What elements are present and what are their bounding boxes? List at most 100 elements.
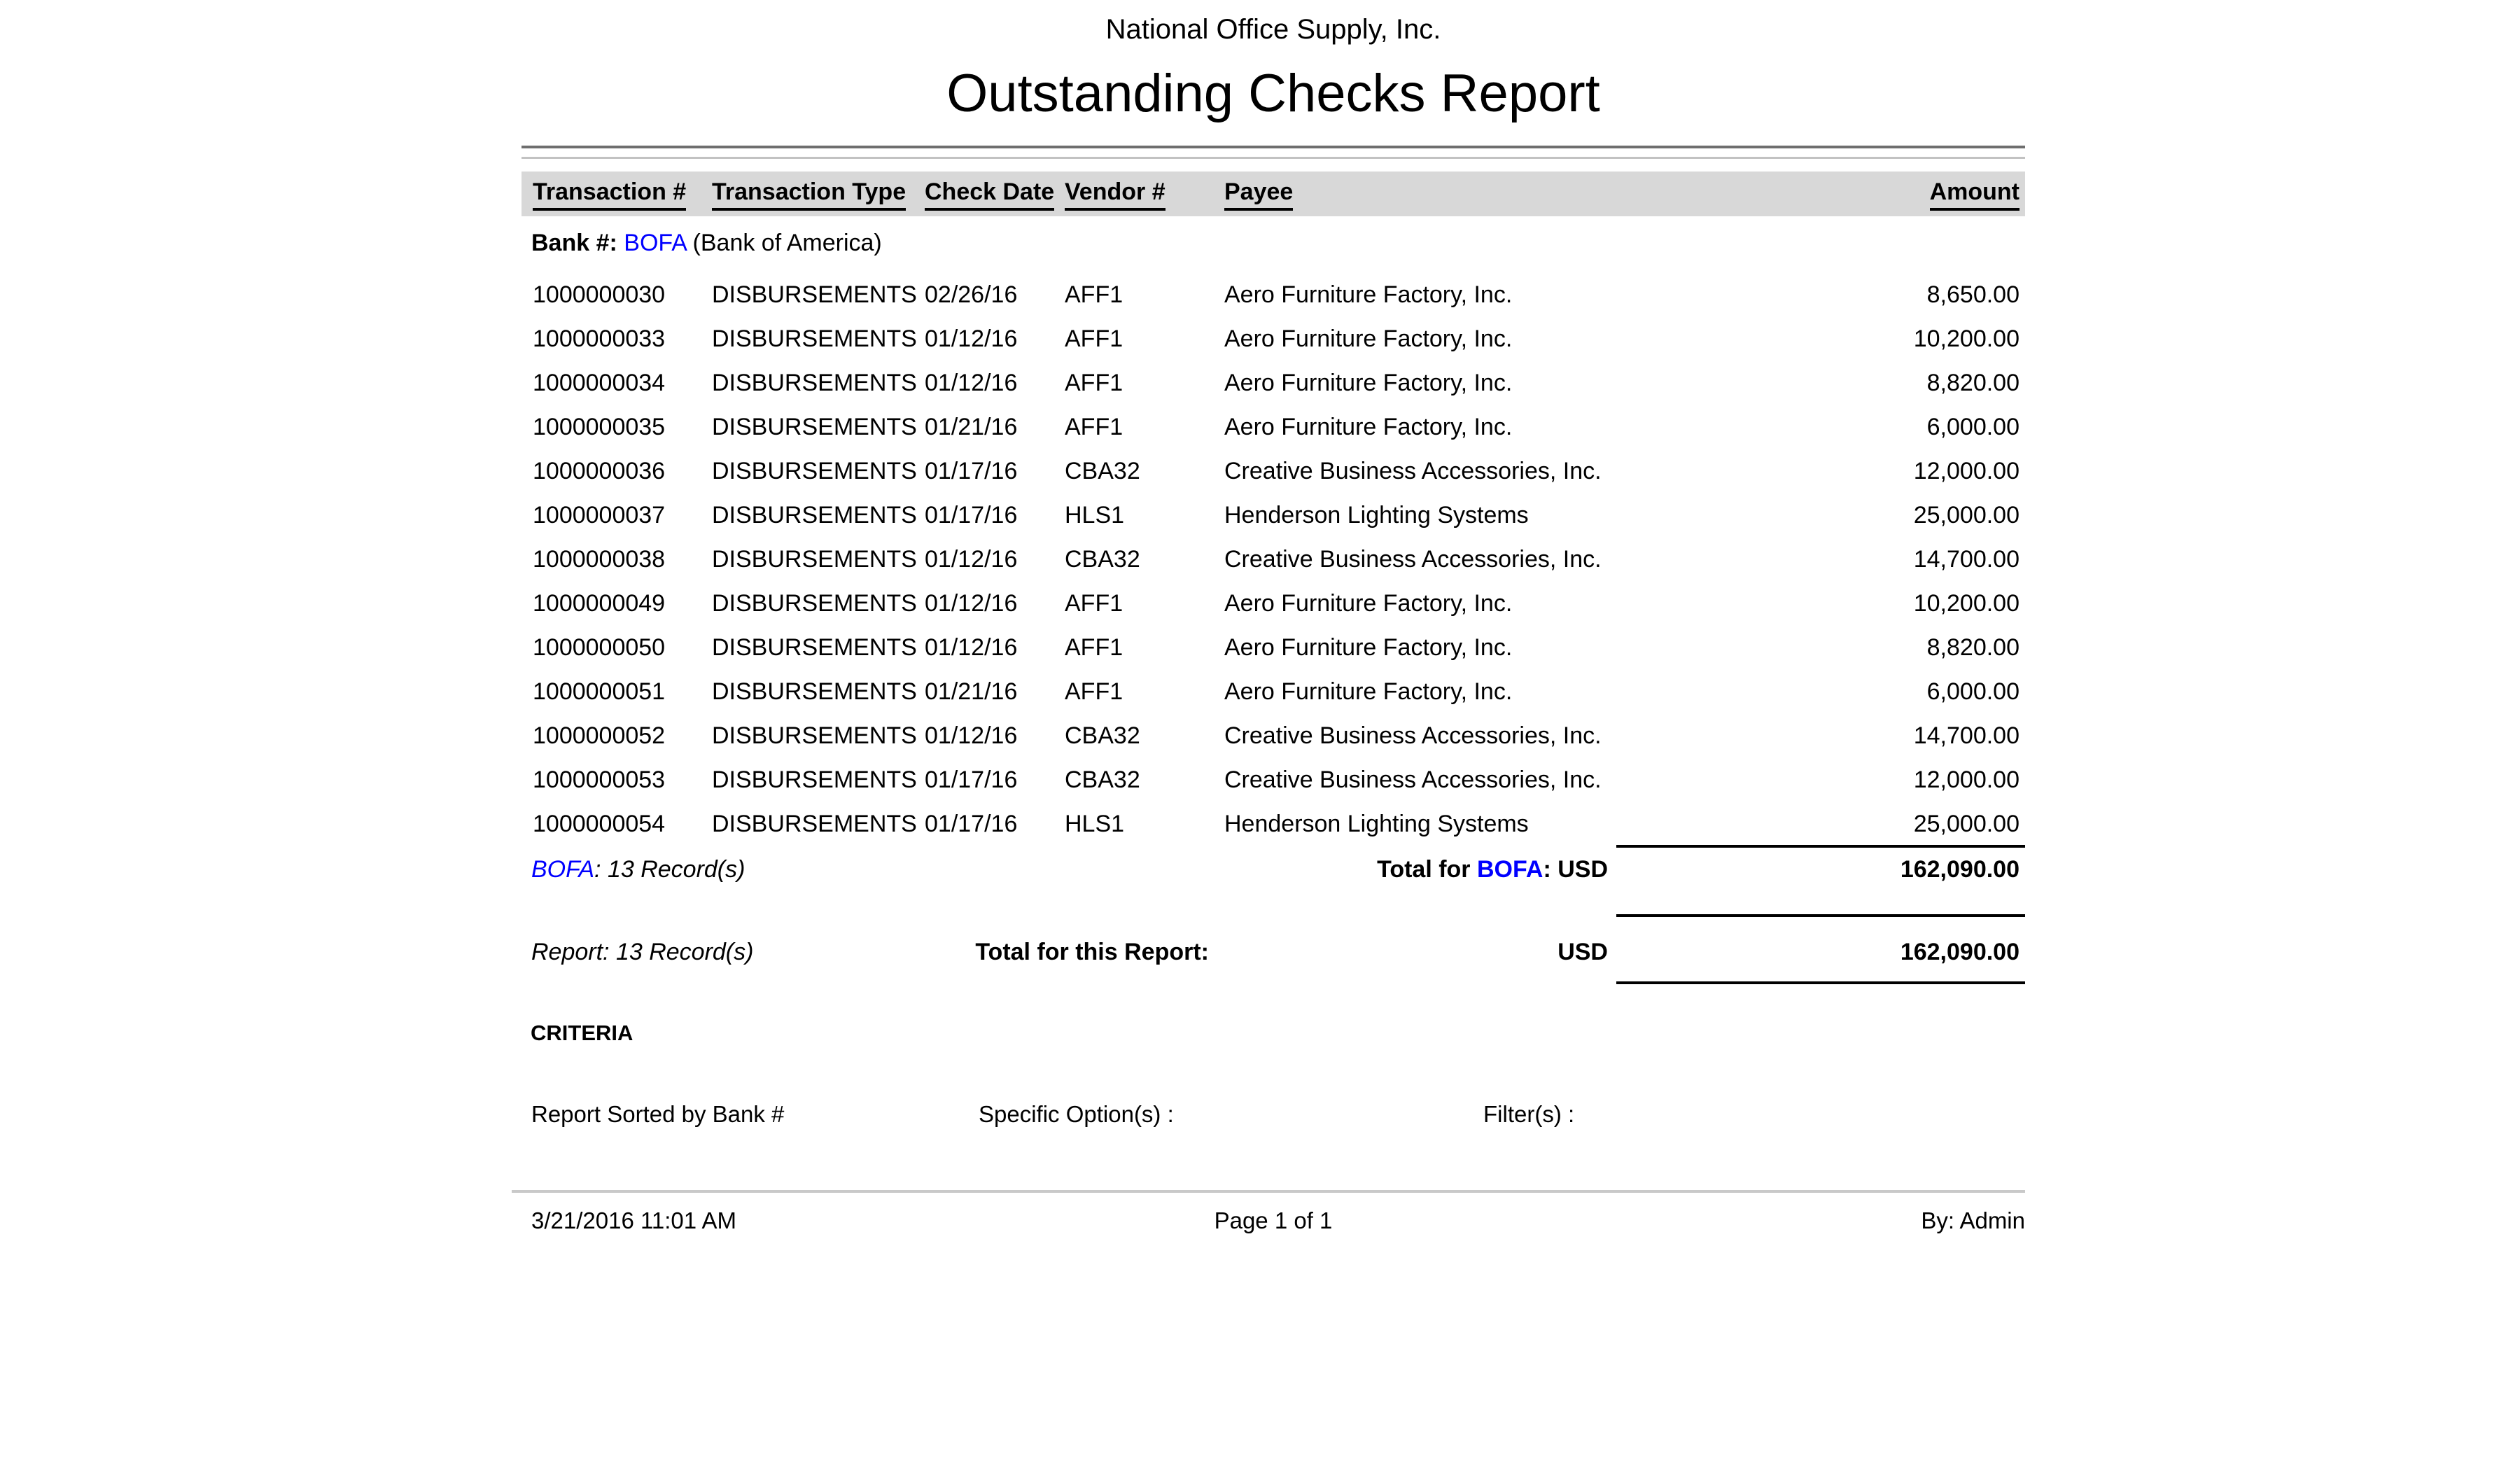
cell-transaction-number: 1000000030 (533, 273, 665, 317)
cell-vendor-number: AFF1 (1065, 582, 1123, 626)
table-row: 1000000053DISBURSEMENTS01/17/16CBA32Crea… (522, 758, 2025, 802)
cell-payee: Aero Furniture Factory, Inc. (1224, 361, 1512, 405)
column-header-payee: Payee (1224, 178, 1293, 211)
cell-payee: Henderson Lighting Systems (1224, 802, 1529, 846)
cell-vendor-number: CBA32 (1065, 538, 1140, 582)
cell-check-date: 01/12/16 (925, 714, 1017, 758)
report-page: National Office Supply, Inc. Outstanding… (522, 0, 2025, 1470)
cell-transaction-type: DISBURSEMENTS (712, 714, 917, 758)
bank-total-label-suffix: : USD (1543, 856, 1608, 883)
criteria-row: Report Sorted by Bank # Specific Option(… (522, 1100, 2025, 1128)
table-row: 1000000035DISBURSEMENTS01/21/16AFF1Aero … (522, 405, 2025, 449)
cell-amount: 12,000.00 (1914, 758, 2019, 802)
cell-transaction-type: DISBURSEMENTS (712, 361, 917, 405)
cell-amount: 14,700.00 (1914, 714, 2019, 758)
column-header-check-date: Check Date (925, 178, 1054, 211)
cell-vendor-number: AFF1 (1065, 273, 1123, 317)
bank-code-link[interactable]: BOFA (531, 856, 594, 883)
table-row: 1000000052DISBURSEMENTS01/12/16CBA32Crea… (522, 714, 2025, 758)
criteria-sorted-by: Report Sorted by Bank # (531, 1100, 784, 1128)
footer-page-number: Page 1 of 1 (522, 1207, 2025, 1235)
cell-check-date: 01/12/16 (925, 582, 1017, 626)
table-row: 1000000049DISBURSEMENTS01/12/16AFF1Aero … (522, 582, 2025, 626)
cell-payee: Henderson Lighting Systems (1224, 493, 1529, 538)
bank-group-header: Bank #: BOFA (Bank of America) (531, 228, 882, 258)
cell-transaction-number: 1000000034 (533, 361, 665, 405)
cell-transaction-number: 1000000038 (533, 538, 665, 582)
cell-payee: Creative Business Accessories, Inc. (1224, 714, 1602, 758)
cell-check-date: 01/12/16 (925, 361, 1017, 405)
report-record-count: Report: 13 Record(s) (531, 937, 753, 967)
bank-code-link[interactable]: BOFA (1477, 856, 1543, 883)
cell-check-date: 01/17/16 (925, 802, 1017, 846)
cell-transaction-type: DISBURSEMENTS (712, 582, 917, 626)
cell-check-date: 01/17/16 (925, 493, 1017, 538)
cell-amount: 10,200.00 (1914, 317, 2019, 361)
bank-record-count: BOFA: 13 Record(s) (531, 854, 745, 885)
cell-amount: 8,650.00 (1927, 273, 2019, 317)
bank-record-count-text: : 13 Record(s) (594, 856, 745, 883)
cell-transaction-number: 1000000035 (533, 405, 665, 449)
cell-check-date: 01/17/16 (925, 758, 1017, 802)
cell-payee: Aero Furniture Factory, Inc. (1224, 582, 1512, 626)
cell-amount: 6,000.00 (1927, 670, 2019, 714)
cell-payee: Creative Business Accessories, Inc. (1224, 538, 1602, 582)
bank-total-label: Total for BOFA: USD (1377, 854, 1608, 885)
table-row: 1000000038DISBURSEMENTS01/12/16CBA32Crea… (522, 538, 2025, 582)
column-header-vendor-number: Vendor # (1065, 178, 1166, 211)
title-divider-dark (522, 146, 2025, 148)
bank-total-rule (1616, 845, 2025, 848)
bank-total-row: BOFA: 13 Record(s) Total for BOFA: USD 1… (522, 854, 2025, 885)
cell-vendor-number: AFF1 (1065, 317, 1123, 361)
cell-check-date: 02/26/16 (925, 273, 1017, 317)
table-body: 1000000030DISBURSEMENTS02/26/16AFF1Aero … (522, 273, 2025, 846)
cell-transaction-type: DISBURSEMENTS (712, 802, 917, 846)
cell-payee: Creative Business Accessories, Inc. (1224, 449, 1602, 493)
cell-transaction-type: DISBURSEMENTS (712, 405, 917, 449)
cell-vendor-number: CBA32 (1065, 758, 1140, 802)
criteria-filters: Filter(s) : (1483, 1100, 1574, 1128)
bank-total-amount: 162,090.00 (1900, 854, 2019, 885)
cell-transaction-number: 1000000033 (533, 317, 665, 361)
criteria-heading: CRITERIA (531, 1021, 633, 1046)
cell-vendor-number: AFF1 (1065, 361, 1123, 405)
report-title: Outstanding Checks Report (522, 59, 2025, 129)
column-header-amount: Amount (1930, 178, 2019, 211)
cell-transaction-type: DISBURSEMENTS (712, 449, 917, 493)
company-name: National Office Supply, Inc. (522, 13, 2025, 46)
cell-transaction-type: DISBURSEMENTS (712, 317, 917, 361)
cell-check-date: 01/17/16 (925, 449, 1017, 493)
report-total-amount: 162,090.00 (1900, 937, 2019, 967)
cell-payee: Aero Furniture Factory, Inc. (1224, 405, 1512, 449)
cell-vendor-number: HLS1 (1065, 802, 1124, 846)
report-total-currency: USD (1558, 937, 1608, 967)
column-header-transaction-type: Transaction Type (712, 178, 906, 211)
cell-transaction-type: DISBURSEMENTS (712, 670, 917, 714)
table-row: 1000000050DISBURSEMENTS01/12/16AFF1Aero … (522, 626, 2025, 670)
cell-transaction-number: 1000000037 (533, 493, 665, 538)
footer: 3/21/2016 11:01 AM Page 1 of 1 By: Admin (522, 1207, 2025, 1235)
title-divider-light (522, 157, 2025, 159)
footer-generated-by: By: Admin (1921, 1207, 2025, 1235)
cell-check-date: 01/12/16 (925, 317, 1017, 361)
cell-payee: Aero Furniture Factory, Inc. (1224, 670, 1512, 714)
bank-code-link[interactable]: BOFA (624, 230, 686, 256)
footer-divider (512, 1190, 2025, 1193)
column-header-transaction-number: Transaction # (533, 178, 686, 211)
cell-check-date: 01/12/16 (925, 538, 1017, 582)
table-row: 1000000033DISBURSEMENTS01/12/16AFF1Aero … (522, 317, 2025, 361)
criteria-specific-options: Specific Option(s) : (979, 1100, 1174, 1128)
cell-vendor-number: AFF1 (1065, 626, 1123, 670)
cell-amount: 14,700.00 (1914, 538, 2019, 582)
cell-transaction-number: 1000000050 (533, 626, 665, 670)
cell-vendor-number: HLS1 (1065, 493, 1124, 538)
cell-transaction-type: DISBURSEMENTS (712, 758, 917, 802)
cell-amount: 10,200.00 (1914, 582, 2019, 626)
cell-payee: Aero Furniture Factory, Inc. (1224, 273, 1512, 317)
cell-transaction-number: 1000000053 (533, 758, 665, 802)
cell-transaction-type: DISBURSEMENTS (712, 626, 917, 670)
cell-amount: 6,000.00 (1927, 405, 2019, 449)
cell-transaction-number: 1000000054 (533, 802, 665, 846)
cell-vendor-number: CBA32 (1065, 449, 1140, 493)
cell-payee: Aero Furniture Factory, Inc. (1224, 626, 1512, 670)
